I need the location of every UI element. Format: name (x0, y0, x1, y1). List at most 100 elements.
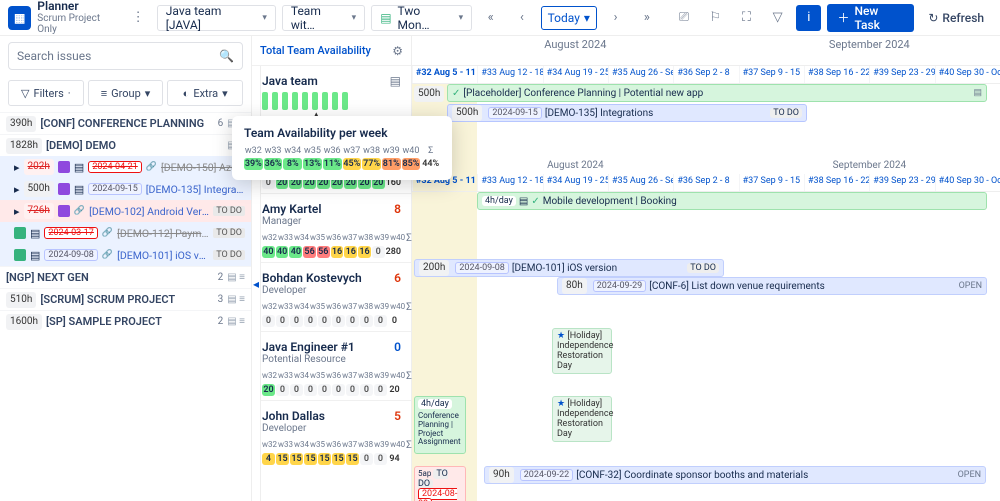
group-button[interactable]: ≡ Group ▾ (88, 80, 164, 106)
week-cell[interactable]: 0 (290, 384, 303, 396)
week-cell[interactable]: 16 (331, 246, 344, 258)
task-bar[interactable]: 90h 2024-09-22 [CONF-32] Coordinate spon… (484, 466, 986, 484)
week-column[interactable]: #34 Aug 19 - 25 (543, 174, 608, 191)
today-button[interactable]: Today ▾ (541, 6, 597, 30)
expand-icon[interactable]: ▸ (14, 205, 20, 218)
search-input[interactable]: Search issues 🔍 (8, 42, 243, 70)
week-cell[interactable]: 16 (344, 246, 357, 258)
week-cell[interactable]: 0 (346, 315, 359, 327)
week-cell[interactable]: 15 (332, 453, 345, 465)
week-cell[interactable]: 0 (332, 384, 345, 396)
task-bar[interactable]: ✓ [Placeholder] Conference Planning | Po… (447, 84, 987, 102)
project-row[interactable]: 1828h [DEMO] DEMO ▤ ≡ (0, 134, 251, 156)
week-column[interactable]: #35 Aug 26 - Se (608, 174, 673, 191)
app-menu-caret[interactable]: ⋮ (126, 5, 151, 31)
range-select[interactable]: ▤ Two Mon… ▾ (371, 5, 472, 31)
issue-row[interactable]: ▤ 2024-03-17 🔗 [DEMO-112] Payment module… (0, 222, 251, 244)
week-cell[interactable]: 0 (374, 315, 387, 327)
week-cell[interactable]: 0 (318, 315, 331, 327)
week-cell[interactable]: 15 (346, 453, 359, 465)
scan-icon[interactable]: ⎚ (671, 5, 696, 31)
nav-next-button[interactable]: › (603, 5, 628, 31)
week-cell[interactable]: 0 (290, 315, 303, 327)
task-bar[interactable]: 4h/day Conference Planning | Project Ass… (414, 396, 466, 454)
project-row[interactable]: 1600h [SP] SAMPLE PROJECT 2 ▤ ≡ (0, 310, 251, 332)
week-column[interactable]: #36 Sep 2 - 8 (673, 66, 738, 83)
week-cell[interactable]: 20 (262, 384, 275, 396)
week-column[interactable]: #40 Sep 30 - Oc (935, 174, 1000, 191)
issue-row[interactable]: ▤ 2024-09-08 🔗 [DEMO-101] iOS version TO… (0, 244, 251, 266)
nav-prev-button[interactable]: ‹ (509, 5, 534, 31)
week-column[interactable]: #34 Aug 19 - 25 (543, 66, 608, 83)
issue-row[interactable]: ▸ 202h ▤ 2024-04-21 🔗 [DEMO-150] Azure M… (0, 156, 251, 178)
project-row[interactable]: 390h [CONF] CONFERENCE PLANNING 6 ▤ ≡ (0, 112, 251, 134)
refresh-button[interactable]: ↻ Refresh (920, 4, 992, 32)
week-column[interactable]: #38 Sep 16 - 22 (804, 174, 869, 191)
week-cell[interactable]: 0 (318, 384, 331, 396)
week-cell[interactable]: 0 (360, 384, 373, 396)
project-row[interactable]: [NGP] NEXT GEN 2 ▤ ≡ (0, 266, 251, 288)
timeline-body[interactable]: 500h ✓ [Placeholder] Conference Planning… (412, 84, 1000, 501)
new-task-button[interactable]: ＋ New Task (827, 4, 914, 32)
calendar-icon[interactable]: ▤ (390, 74, 401, 88)
week-cell[interactable]: 0 (346, 384, 359, 396)
week-cell[interactable]: 15 (304, 453, 317, 465)
week-cell[interactable]: 0 (360, 315, 373, 327)
week-column[interactable]: #36 Sep 2 - 8 (673, 174, 738, 191)
week-column[interactable]: #33 Aug 12 - 18 (477, 66, 542, 83)
week-cell[interactable]: 15 (276, 453, 289, 465)
week-cell[interactable]: 0 (332, 315, 345, 327)
week-cell[interactable]: 0 (304, 384, 317, 396)
week-cell[interactable]: 0 (360, 453, 373, 465)
week-cell[interactable]: 40 (262, 246, 275, 258)
task-bar[interactable]: 5ap TO DO 2024-08-08 [SCRUM-57] Add a cr… (414, 466, 466, 501)
week-cell[interactable]: 0 (304, 315, 317, 327)
filters-button[interactable]: ▽ Filters · (8, 80, 84, 106)
expand-icon[interactable]: ▸ (14, 161, 20, 174)
week-column[interactable]: #37 Sep 9 - 15 (739, 66, 804, 83)
week-cell[interactable]: 15 (290, 453, 303, 465)
week-column[interactable]: #39 Sep 23 - 29 (869, 174, 934, 191)
extra-button[interactable]: ◐ Extra ▾ (167, 80, 243, 106)
task-bar[interactable]: 80h 2024-09-29 [CONF-6] List down venue … (557, 277, 987, 295)
week-cell[interactable]: 0 (374, 384, 387, 396)
issue-row[interactable]: ▸ 500h ▤ 2024-09-15 [DEMO-135] Integrati… (0, 178, 251, 200)
task-bar[interactable]: 500h 2024-09-15 [DEMO-135] Integrations … (447, 104, 807, 122)
expand-icon[interactable]: ▸ (14, 183, 20, 196)
nav-last-button[interactable]: » (634, 5, 659, 31)
project-row-actions[interactable]: ▤ ≡ (227, 316, 245, 327)
filter-icon[interactable]: ▽ (765, 5, 790, 31)
week-column[interactable]: #38 Sep 16 - 22 (804, 66, 869, 83)
more-icon[interactable]: ▤ (973, 88, 982, 98)
info-icon[interactable]: i (796, 5, 821, 31)
project-row[interactable]: 510h [SCRUM] SCRUM PROJECT 3 ▤ ≡ (0, 288, 251, 310)
week-column[interactable]: #39 Sep 23 - 29 (869, 66, 934, 83)
team-select[interactable]: Java team [JAVA] ▾ (157, 5, 276, 31)
project-row-actions[interactable]: ▤ ≡ (227, 294, 245, 305)
week-cell[interactable]: 40 (289, 246, 302, 258)
flag-icon[interactable]: ⚐ (703, 5, 728, 31)
week-cell[interactable]: 56 (317, 246, 330, 258)
week-cell[interactable]: 0 (276, 384, 289, 396)
week-column[interactable]: #40 Sep 30 - Oc (935, 66, 1000, 83)
project-row-actions[interactable]: ▤ ≡ (227, 272, 245, 283)
week-column[interactable]: #32 Aug 5 - 11 (412, 66, 477, 83)
week-cell[interactable]: 0 (276, 315, 289, 327)
task-bar[interactable]: 200h 2024-09-08 [DEMO-101] iOS version T… (414, 259, 724, 277)
week-cell[interactable]: 0 (372, 246, 385, 258)
week-cell[interactable]: 15 (318, 453, 331, 465)
team-filter-select[interactable]: Team wit… ▾ (282, 5, 365, 31)
week-cell[interactable]: 0 (262, 315, 275, 327)
task-bar[interactable]: 4h/day ▤ ✓ Mobile development | Booking (477, 192, 987, 210)
week-column[interactable]: #37 Sep 9 - 15 (739, 174, 804, 191)
nav-first-button[interactable]: « (478, 5, 503, 31)
issue-row[interactable]: ▸ 726h 🔗 [DEMO-102] Android Version TO D… (0, 200, 251, 222)
week-cell[interactable]: 40 (276, 246, 289, 258)
fullscreen-icon[interactable]: ⛶ (734, 5, 759, 31)
week-cell[interactable]: 0 (374, 453, 387, 465)
week-column[interactable]: #35 Aug 26 - Se (608, 66, 673, 83)
gear-icon[interactable]: ⚙ (392, 44, 403, 58)
week-cell[interactable]: 56 (303, 246, 316, 258)
week-cell[interactable]: 4 (262, 453, 275, 465)
week-cell[interactable]: 16 (358, 246, 371, 258)
